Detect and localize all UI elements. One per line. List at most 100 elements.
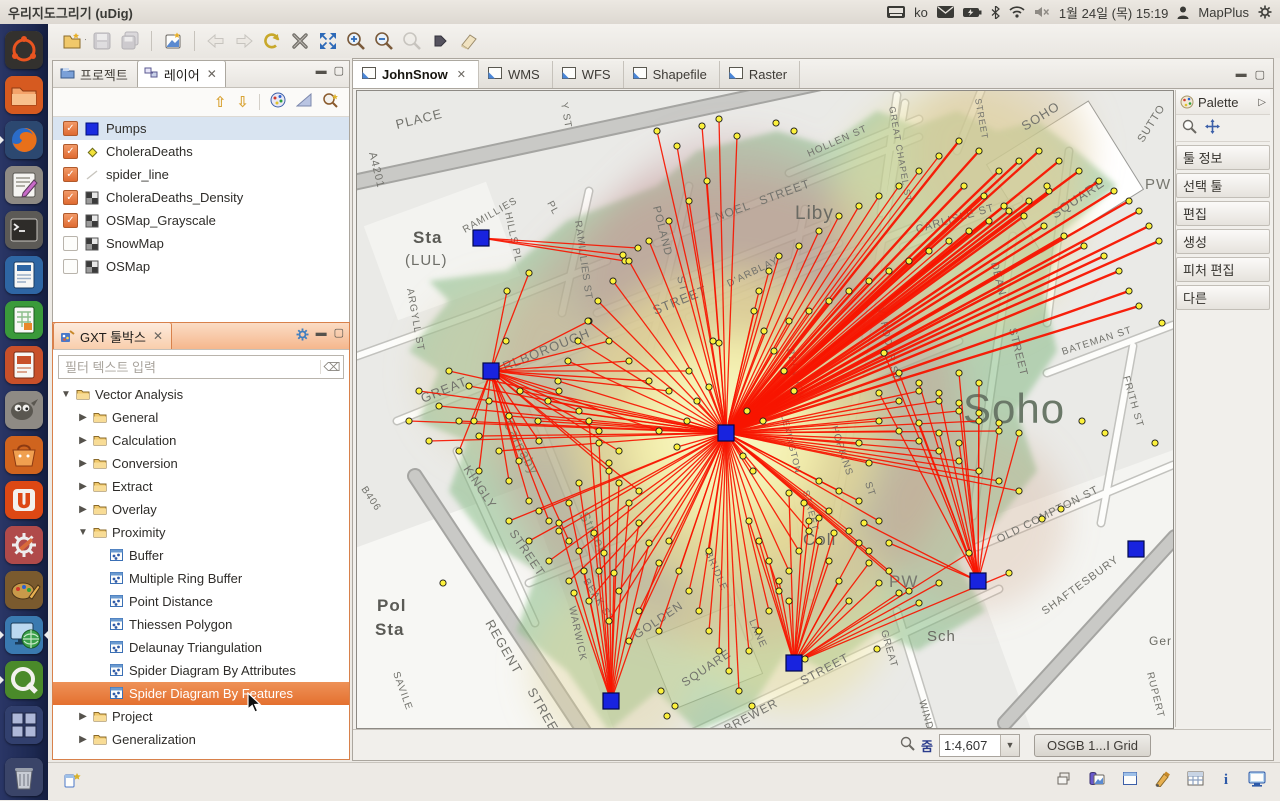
bluetooth-icon[interactable] xyxy=(991,5,1000,19)
tab-gxt-toolbox[interactable]: GXT 툴박스 ✕ xyxy=(53,322,173,349)
tree-item-delaunay-triangulation[interactable]: Delaunay Triangulation xyxy=(53,636,349,659)
new-dropdown-button[interactable] xyxy=(62,29,86,53)
launcher-workspaces-icon[interactable] xyxy=(5,706,43,744)
minimize-icon[interactable]: ▬ xyxy=(1236,68,1247,81)
launcher-udig-icon[interactable] xyxy=(0,616,49,654)
layer-visibility-checkbox[interactable]: ✓ xyxy=(63,213,78,228)
keyboard-indicator-icon[interactable] xyxy=(887,6,906,18)
launcher-text-editor-icon[interactable] xyxy=(5,166,43,204)
launcher-files-icon[interactable] xyxy=(5,76,43,114)
style-palette-icon[interactable] xyxy=(270,92,286,113)
eraser-button[interactable] xyxy=(456,29,480,53)
tree-item-point-distance[interactable]: Point Distance xyxy=(53,590,349,613)
new-map-button[interactable] xyxy=(161,29,185,53)
expand-toggle-icon[interactable]: ▼ xyxy=(61,389,71,400)
zoom-layer-icon[interactable] xyxy=(322,92,339,113)
tree-item-spider-diagram-by-attributes[interactable]: Spider Diagram By Attributes xyxy=(53,659,349,682)
scale-input[interactable] xyxy=(939,737,1000,753)
fast-view-icon[interactable] xyxy=(64,771,82,794)
user-name-label[interactable]: MapPlus xyxy=(1198,5,1249,20)
editor-tab-raster[interactable]: Raster xyxy=(719,61,801,89)
launcher-paint-icon[interactable] xyxy=(5,571,43,609)
expand-toggle-icon[interactable]: ▶ xyxy=(78,504,88,515)
editor-tab-johnsnow[interactable]: JohnSnow ✕ xyxy=(353,60,479,89)
tree-item-vector-analysis[interactable]: ▼ Vector Analysis xyxy=(53,383,349,406)
layer-visibility-checkbox[interactable]: ✓ xyxy=(63,167,78,182)
maximize-icon[interactable]: ▢ xyxy=(1255,68,1265,81)
launcher-firefox-icon[interactable] xyxy=(0,121,43,159)
palette-header[interactable]: Palette ▷ xyxy=(1176,90,1270,115)
trash-icon[interactable] xyxy=(5,758,43,796)
tree-item-spider-diagram-by-features[interactable]: Spider Diagram By Features xyxy=(53,682,349,705)
launcher-software-center-icon[interactable] xyxy=(5,436,43,474)
wifi-icon[interactable] xyxy=(1009,6,1025,18)
tree-item-project[interactable]: ▶ Project xyxy=(53,705,349,728)
tree-item-overlay[interactable]: ▶ Overlay xyxy=(53,498,349,521)
console-icon[interactable] xyxy=(1248,771,1266,792)
battery-icon[interactable] xyxy=(962,7,982,18)
volume-muted-icon[interactable] xyxy=(1034,6,1050,18)
run-button[interactable] xyxy=(428,29,452,53)
mail-icon[interactable] xyxy=(936,6,954,18)
maximize-icon[interactable]: ▢ xyxy=(334,66,344,77)
tree-item-conversion[interactable]: ▶ Conversion xyxy=(53,452,349,475)
layer-row-CholeraDeaths[interactable]: ✓ CholeraDeaths xyxy=(53,140,349,163)
tree-item-proximity[interactable]: ▼ Proximity xyxy=(53,521,349,544)
tree-item-thiessen-polygon[interactable]: Thiessen Polygon xyxy=(53,613,349,636)
tree-item-extract[interactable]: ▶ Extract xyxy=(53,475,349,498)
clock-label[interactable]: 1월 24일 (목) 15:19 xyxy=(1059,3,1169,22)
expand-toggle-icon[interactable]: ▼ xyxy=(78,527,88,538)
pen-tool-icon[interactable] xyxy=(1154,771,1171,792)
editor-tab-wfs[interactable]: WFS xyxy=(552,61,624,89)
launcher-qgis-icon[interactable] xyxy=(0,661,43,699)
tab-layers[interactable]: 레이어 ✕ xyxy=(136,60,226,87)
scale-dropdown-icon[interactable]: ▼ xyxy=(999,734,1019,756)
crs-button[interactable]: OSGB 1...I Grid xyxy=(1033,733,1151,757)
tree-item-buffer[interactable]: Buffer xyxy=(53,544,349,567)
layer-visibility-checkbox[interactable]: ✓ xyxy=(63,144,78,159)
zoom-tool-icon[interactable] xyxy=(1182,119,1197,137)
minimize-icon[interactable]: ▬ xyxy=(316,66,327,77)
layer-visibility-checkbox[interactable] xyxy=(63,236,78,251)
move-down-icon[interactable]: ⇩ xyxy=(236,93,249,111)
tab-projects[interactable]: 프로젝트 xyxy=(53,60,137,87)
palette-expand-icon[interactable]: ▷ xyxy=(1258,97,1266,108)
layers-map-icon[interactable] xyxy=(1088,770,1106,792)
restore-window-icon[interactable] xyxy=(1056,771,1072,791)
close-tab-icon[interactable]: ✕ xyxy=(207,67,217,81)
tree-item-calculation[interactable]: ▶ Calculation xyxy=(53,429,349,452)
view-menu-gear-icon[interactable] xyxy=(296,328,309,343)
tree-item-multiple-ring-buffer[interactable]: Multiple Ring Buffer xyxy=(53,567,349,590)
map-canvas[interactable]: PLACE A4201 Sta (LUL) HILLS PL RAMILLIES PL RAM… xyxy=(356,90,1174,729)
tree-item-general[interactable]: ▶ General xyxy=(53,406,349,429)
palette-section-생성[interactable]: 생성 xyxy=(1176,229,1270,254)
layer-row-CholeraDeaths_Density[interactable]: ✓ CholeraDeaths_Density xyxy=(53,186,349,209)
delete-button[interactable] xyxy=(288,29,312,53)
layer-row-OSMap_Grayscale[interactable]: ✓ OSMap_Grayscale xyxy=(53,209,349,232)
palette-section-편집[interactable]: 편집 xyxy=(1176,201,1270,226)
expand-toggle-icon[interactable]: ▶ xyxy=(78,734,88,745)
launcher-terminal-icon[interactable] xyxy=(5,211,43,249)
zoom-in-button[interactable] xyxy=(344,29,368,53)
zoom-extent-button[interactable] xyxy=(316,29,340,53)
tree-item-generalization[interactable]: ▶ Generalization xyxy=(53,728,349,751)
move-up-icon[interactable]: ⇧ xyxy=(214,93,227,111)
transparency-icon[interactable] xyxy=(295,92,312,112)
editor-window-icon[interactable] xyxy=(1122,771,1138,791)
close-tab-icon[interactable]: ✕ xyxy=(153,329,163,343)
clear-filter-icon[interactable]: ⌫ xyxy=(320,360,343,374)
keyboard-layout-label[interactable]: ko xyxy=(914,5,928,20)
palette-section-다른[interactable]: 다른 xyxy=(1176,285,1270,310)
layer-row-SnowMap[interactable]: SnowMap xyxy=(53,232,349,255)
palette-section-피처-편집[interactable]: 피처 편집 xyxy=(1176,257,1270,282)
palette-section-선택-툴[interactable]: 선택 툴 xyxy=(1176,173,1270,198)
layer-row-Pumps[interactable]: ✓ Pumps xyxy=(53,117,349,140)
maximize-icon[interactable]: ▢ xyxy=(334,328,344,343)
launcher-impress-icon[interactable] xyxy=(5,346,43,384)
expand-toggle-icon[interactable]: ▶ xyxy=(78,458,88,469)
refresh-button[interactable] xyxy=(260,29,284,53)
launcher-gimp-icon[interactable] xyxy=(5,391,43,429)
user-icon[interactable] xyxy=(1177,6,1189,19)
palette-section-툴-정보[interactable]: 툴 정보 xyxy=(1176,145,1270,170)
filter-text-input[interactable] xyxy=(59,359,320,375)
